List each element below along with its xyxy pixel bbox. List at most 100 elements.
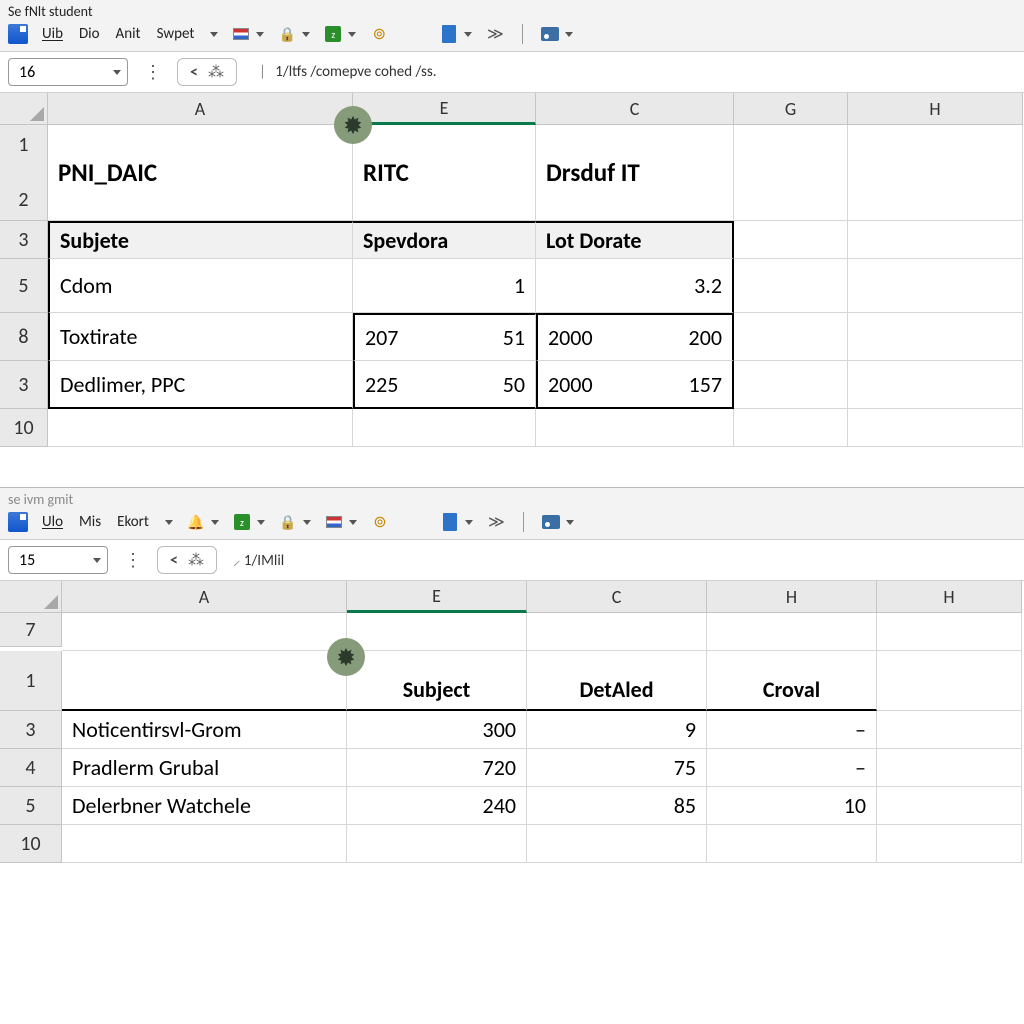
cell-H9[interactable] xyxy=(848,361,1023,409)
app-icon[interactable] xyxy=(8,24,28,44)
cell-C8[interactable]: 2000 200 xyxy=(536,313,734,361)
cell-E5[interactable]: 1 xyxy=(353,259,536,313)
brush-icon[interactable]: ⁂ xyxy=(208,62,224,82)
row-header-5[interactable]: 5 xyxy=(0,259,48,313)
row-header-7[interactable]: 7 xyxy=(0,613,62,647)
cell-C9[interactable]: 2000 157 xyxy=(536,361,734,409)
menu-mis[interactable]: Mis xyxy=(77,513,103,531)
row-header-10[interactable]: 10 xyxy=(0,409,48,447)
cell-H1[interactable] xyxy=(848,125,1023,221)
toolbar-bell[interactable] xyxy=(185,511,219,533)
cell-A10-2[interactable] xyxy=(62,825,347,863)
cell-G3[interactable] xyxy=(734,221,848,259)
cell-A7-2[interactable] xyxy=(62,613,347,651)
vertical-dots-icon[interactable]: ⋮ xyxy=(118,549,147,571)
cell-H5b-2[interactable] xyxy=(877,787,1022,825)
col-header-C[interactable]: C xyxy=(536,93,734,125)
cell-H10[interactable] xyxy=(848,409,1023,447)
cell-C10[interactable] xyxy=(536,409,734,447)
cell-A5[interactable]: Cdom xyxy=(48,259,353,313)
spreadsheet-grid-2[interactable]: A E C H H 7 1 Subject DetAled Croval 3 N… xyxy=(0,581,1024,863)
cell-H10-2[interactable] xyxy=(707,825,877,863)
row-header-5b[interactable]: 5 xyxy=(0,787,62,825)
cell-C1[interactable]: Drsduf IT xyxy=(536,125,734,221)
row-header-9[interactable]: 3 xyxy=(0,361,48,409)
cell-C10-2[interactable] xyxy=(527,825,707,863)
cell-A3[interactable]: Subjete xyxy=(48,221,353,259)
toolbar-green-2[interactable]: z xyxy=(231,511,265,533)
col-header-H-2b[interactable]: H xyxy=(877,581,1022,613)
cell-A5-2[interactable]: Delerbner Watchele xyxy=(62,787,347,825)
row-header-1b[interactable]: 1 xyxy=(0,651,62,711)
cell-G9[interactable] xyxy=(734,361,848,409)
cell-E10[interactable] xyxy=(353,409,536,447)
cell-C5[interactable]: 3.2 xyxy=(536,259,734,313)
cell-H5[interactable] xyxy=(848,259,1023,313)
menu-ekort[interactable]: Ekort xyxy=(115,513,151,531)
cell-E7-2[interactable] xyxy=(347,613,527,651)
cell-C1-2[interactable]: DetAled xyxy=(527,651,707,711)
col-header-A[interactable]: A xyxy=(48,93,353,125)
cell-E4-2[interactable]: 720 xyxy=(347,749,527,787)
menu-anit[interactable]: Anit xyxy=(114,25,143,43)
row-header-4b[interactable]: 4 xyxy=(0,749,62,787)
select-all-corner[interactable] xyxy=(0,93,48,125)
name-box[interactable]: 16 xyxy=(8,58,128,86)
toolbar-globe-2[interactable]: ⊚ xyxy=(369,511,391,533)
select-all-corner-2[interactable] xyxy=(0,581,62,613)
less-than-icon[interactable]: < xyxy=(170,551,178,570)
cell-E3[interactable]: Spevdora xyxy=(353,221,536,259)
menu-ulo[interactable]: Ulo xyxy=(40,513,65,531)
row-header-3b[interactable]: 3 xyxy=(0,711,62,749)
spreadsheet-grid[interactable]: A E C G H 1 2 PNI_DAIC RITC Drsduf IT 3 … xyxy=(0,93,1024,447)
name-box-2[interactable]: 15 xyxy=(8,546,108,574)
cell-H4-2[interactable]: – xyxy=(707,749,877,787)
cell-C4-2[interactable]: 75 xyxy=(527,749,707,787)
vertical-dots-icon[interactable]: ⋮ xyxy=(138,61,167,83)
toolbar-globe[interactable]: ⊚ xyxy=(368,23,390,45)
cell-A3-2[interactable]: Noticentirsvl-Grom xyxy=(62,711,347,749)
formula-bar[interactable]: | 1/ltfs /comepve cohed /ss. xyxy=(247,63,1016,81)
col-header-A-2[interactable]: A xyxy=(62,581,347,613)
cell-A1[interactable]: PNI_DAIC xyxy=(48,125,353,221)
cell-C3[interactable]: Lot Dorate xyxy=(536,221,734,259)
toolbar-share[interactable] xyxy=(484,23,506,45)
cell-A1-2[interactable] xyxy=(62,651,347,711)
cell-H5-2[interactable]: 10 xyxy=(707,787,877,825)
toolbar-flag[interactable] xyxy=(230,23,264,45)
cell-H10b-2[interactable] xyxy=(877,825,1022,863)
cell-E8[interactable]: 207 51 xyxy=(353,313,536,361)
cell-A4-2[interactable]: Pradlerm Grubal xyxy=(62,749,347,787)
row-header-1-2[interactable]: 1 2 xyxy=(0,125,48,221)
cell-H7-2[interactable] xyxy=(707,613,877,651)
cell-C7-2[interactable] xyxy=(527,613,707,651)
cell-A9[interactable]: Dedlimer, PPC xyxy=(48,361,353,409)
menu-swpet[interactable]: Swpet xyxy=(155,25,197,43)
cell-C3-2[interactable]: 9 xyxy=(527,711,707,749)
cell-H1b-2[interactable] xyxy=(877,651,1022,711)
app-icon[interactable] xyxy=(8,512,28,532)
brush-icon[interactable]: ⁂ xyxy=(188,550,204,570)
toolbar-green[interactable]: z xyxy=(322,23,356,45)
cell-A8[interactable]: Toxtirate xyxy=(48,313,353,361)
cell-G5[interactable] xyxy=(734,259,848,313)
toolbar-lock[interactable] xyxy=(276,23,310,45)
cell-A10[interactable] xyxy=(48,409,353,447)
formula-bar-2[interactable]: ⸝ 1/IMlil xyxy=(227,550,1016,570)
cell-G1[interactable] xyxy=(734,125,848,221)
menu-uib[interactable]: Uib xyxy=(40,25,65,43)
menu-dio[interactable]: Dio xyxy=(77,25,102,43)
cell-E9[interactable]: 225 50 xyxy=(353,361,536,409)
toolbar-lock-2[interactable] xyxy=(277,511,311,533)
cell-H1-2[interactable]: Croval xyxy=(707,651,877,711)
cell-H3-2[interactable]: – xyxy=(707,711,877,749)
row-header-8[interactable]: 8 xyxy=(0,313,48,361)
col-header-G[interactable]: G xyxy=(734,93,848,125)
toolbar-picture-2[interactable] xyxy=(540,511,574,533)
col-header-C-2[interactable]: C xyxy=(527,581,707,613)
cell-G8[interactable] xyxy=(734,313,848,361)
cell-H3[interactable] xyxy=(848,221,1023,259)
cell-E3-2[interactable]: 300 xyxy=(347,711,527,749)
toolbar-share-2[interactable] xyxy=(485,511,507,533)
col-header-E-2[interactable]: E xyxy=(347,581,527,613)
